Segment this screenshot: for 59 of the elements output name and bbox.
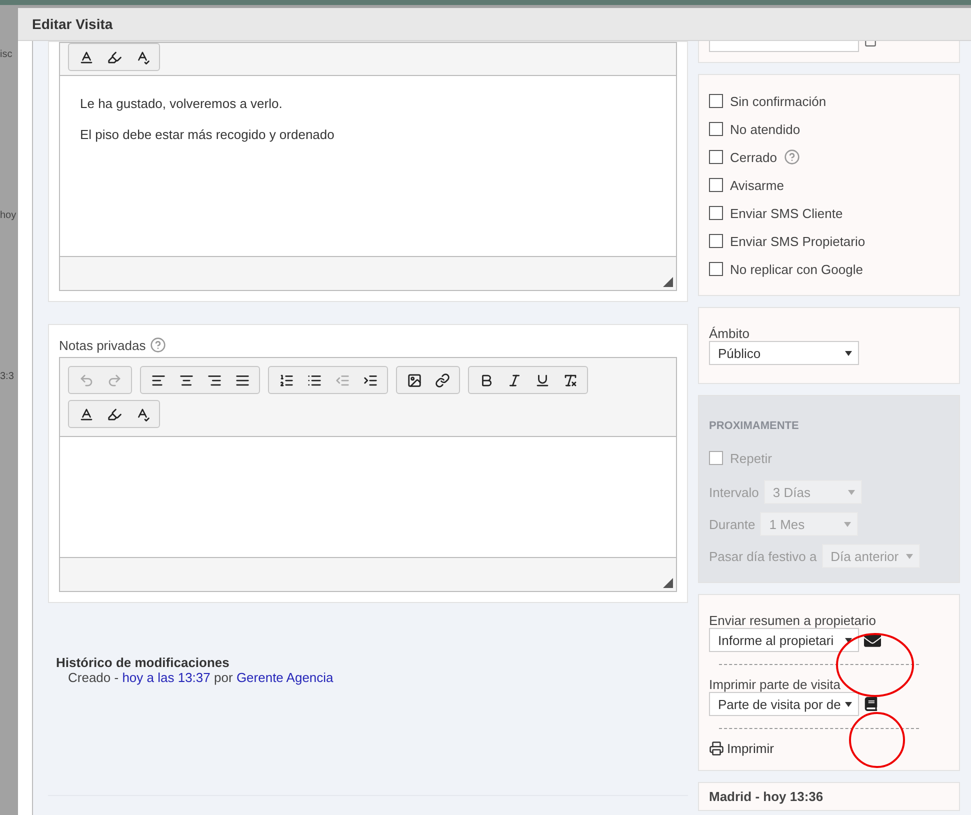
field-label: Imprimir parte de visita [709, 677, 840, 692]
print-button[interactable]: Imprimir [709, 741, 774, 756]
background-text: hoy [0, 210, 18, 221]
option-row[interactable]: Enviar SMS Cliente [709, 199, 949, 227]
section-title: PROXIMAMENTE [709, 420, 800, 432]
dropdown-caret-icon [906, 554, 913, 558]
checkbox-label: Enviar SMS Cliente [730, 206, 843, 220]
scope-select[interactable]: Público [709, 341, 859, 365]
resize-handle-icon[interactable] [663, 578, 673, 588]
report-select[interactable]: Informe al propietari [709, 628, 859, 652]
option-row[interactable]: Enviar SMS Propietario [709, 227, 949, 255]
help-icon[interactable] [784, 149, 800, 165]
note-paragraph: Le ha gustado, volveremos a verlo. [80, 96, 284, 111]
field-label: Enviar resumen a propietario [709, 613, 876, 628]
option-row[interactable]: No replicar con Google [709, 255, 949, 283]
field-label: Ámbito [709, 326, 750, 341]
location-time: Madrid - hoy 13:36 [709, 789, 824, 804]
history-title: Histórico de modificaciones [56, 655, 230, 670]
field-label: Durante [709, 516, 756, 532]
background-text: isc [0, 49, 14, 60]
resize-handle-icon[interactable] [663, 277, 673, 287]
checkbox-label: Enviar SMS Propietario [730, 234, 866, 248]
background-text: 3:3 [0, 371, 15, 382]
section-label: Notas privadas [59, 338, 146, 352]
book-icon[interactable] [864, 697, 878, 711]
field-label: Pasar día festivo a [709, 548, 817, 564]
option-row[interactable]: Cerrado [709, 143, 949, 171]
checkbox-label: No atendido [730, 122, 800, 136]
report-select[interactable]: Parte de visita por de [709, 692, 859, 716]
window-title: Editar Visita [18, 8, 971, 41]
notes-editor[interactable]: Le ha gustado, volveremos a verlo. El piso debe estar más recogido y ordenado [59, 42, 677, 291]
user-link[interactable]: Gerente Agencia [236, 670, 334, 685]
checkbox-label: Avisarme [730, 178, 784, 192]
checkbox-label: Sin confirmación [730, 94, 826, 108]
dropdown-caret-icon [848, 490, 855, 494]
dropdown-caret-icon [845, 702, 852, 706]
checkbox-label: Repetir [730, 450, 772, 466]
annotation-circle [848, 711, 906, 769]
dropdown-caret-icon [845, 350, 852, 356]
checkbox[interactable] [709, 150, 723, 164]
checkbox-label: Cerrado [730, 150, 777, 164]
help-icon[interactable] [150, 337, 166, 353]
field-label: Intervalo [709, 484, 759, 500]
option-row[interactable]: No atendido [709, 115, 949, 143]
checkbox[interactable] [709, 234, 723, 248]
checkbox[interactable] [709, 94, 723, 108]
option-row[interactable]: Avisarme [709, 171, 949, 199]
checkbox[interactable] [709, 122, 723, 136]
date-link[interactable]: hoy a las 13:37 [122, 670, 210, 685]
printer-icon [709, 741, 724, 756]
checkbox[interactable] [709, 178, 723, 192]
note-paragraph: El piso debe estar más recogido y ordenado [80, 127, 336, 142]
dropdown-caret-icon [844, 522, 852, 526]
checkbox-label: No replicar con Google [730, 262, 863, 276]
dropdown-caret-icon [845, 638, 852, 642]
history-entry: Creado - hoy a las 13:37 por Gerente Agencia [67, 670, 334, 685]
option-row[interactable]: Sin confirmación [709, 87, 949, 115]
checkbox[interactable] [709, 262, 723, 276]
checkbox[interactable] [709, 206, 723, 220]
